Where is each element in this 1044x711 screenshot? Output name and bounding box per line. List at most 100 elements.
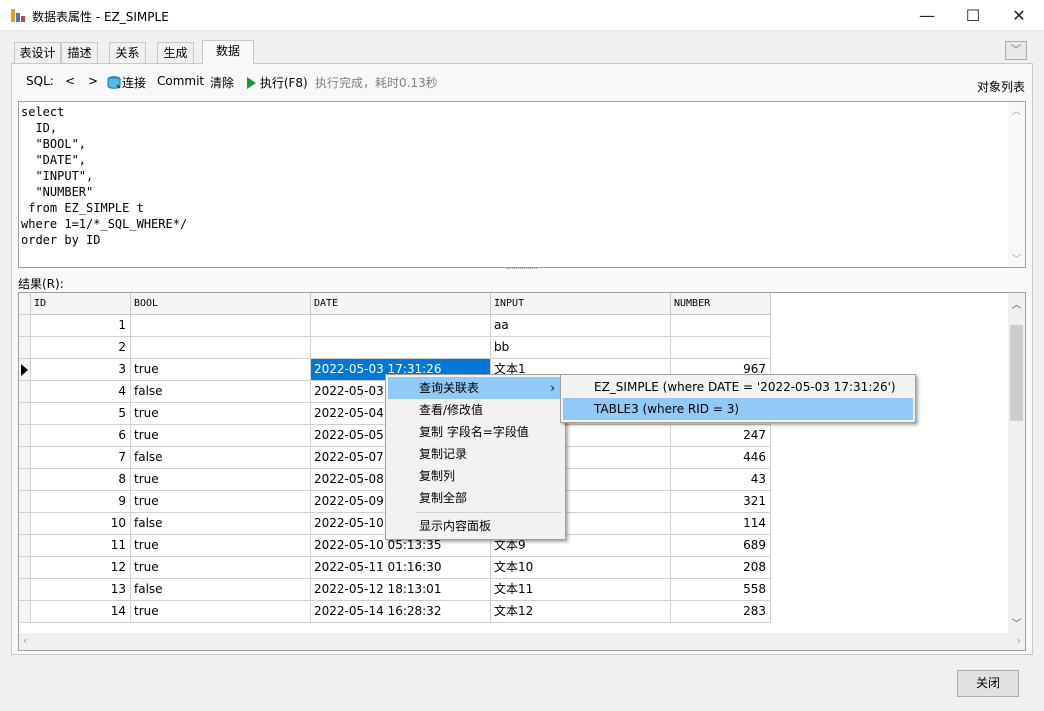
scroll-up-icon[interactable]: ︿	[1008, 296, 1025, 311]
submenu-item-table3[interactable]: TABLE3 (where RID = 3)	[563, 398, 913, 420]
cell-input[interactable]: bb	[491, 337, 671, 359]
object-list-button[interactable]: 对象列表	[977, 78, 1025, 95]
cell-number[interactable]	[671, 315, 771, 337]
cell-bool[interactable]: true	[131, 403, 311, 425]
close-dialog-button[interactable]: 关闭	[957, 670, 1019, 697]
row-indicator[interactable]	[19, 403, 31, 425]
cell-bool[interactable]: true	[131, 601, 311, 623]
execute-button[interactable]: 执行(F8)	[246, 74, 308, 91]
cell-input[interactable]: aa	[491, 315, 671, 337]
menu-copy-record[interactable]: 复制记录	[388, 443, 563, 465]
cell-id[interactable]: 9	[31, 491, 131, 513]
cell-input[interactable]: 文本12	[491, 601, 671, 623]
table-row[interactable]: 1 aa	[19, 315, 771, 337]
cell-number[interactable]: 558	[671, 579, 771, 601]
cell-input[interactable]: 文本11	[491, 579, 671, 601]
column-header-input[interactable]: INPUT	[491, 293, 671, 315]
maximize-button[interactable]: ☐	[950, 0, 996, 31]
tab-data[interactable]: 数据	[202, 40, 254, 64]
cell-number[interactable]	[671, 337, 771, 359]
cell-number[interactable]: 114	[671, 513, 771, 535]
cell-date[interactable]	[311, 337, 491, 359]
row-indicator[interactable]	[19, 447, 31, 469]
row-indicator[interactable]	[19, 425, 31, 447]
grid-vertical-scrollbar[interactable]: ︿ ﹀	[1008, 293, 1025, 633]
cell-id[interactable]: 11	[31, 535, 131, 557]
cell-number[interactable]: 689	[671, 535, 771, 557]
cell-bool[interactable]: true	[131, 469, 311, 491]
grid-horizontal-scrollbar[interactable]: ‹ ›	[19, 633, 1025, 650]
table-row[interactable]: 12 true 2022-05-11 01:16:30 文本10 208	[19, 557, 771, 579]
connect-button[interactable]: 连接	[106, 74, 146, 91]
cell-id[interactable]: 5	[31, 403, 131, 425]
cell-bool[interactable]: false	[131, 447, 311, 469]
row-indicator[interactable]	[19, 381, 31, 403]
cell-id[interactable]: 12	[31, 557, 131, 579]
minimize-button[interactable]: —	[904, 0, 950, 31]
cell-date[interactable]: 2022-05-12 18:13:01	[311, 579, 491, 601]
cell-bool[interactable]: true	[131, 425, 311, 447]
column-header-date[interactable]: DATE	[311, 293, 491, 315]
row-indicator[interactable]	[19, 491, 31, 513]
submenu-item-ez-simple[interactable]: EZ_SIMPLE (where DATE = '2022-05-03 17:3…	[563, 376, 913, 398]
cell-bool[interactable]: false	[131, 579, 311, 601]
prev-sql-button[interactable]: <	[65, 74, 75, 88]
cell-bool[interactable]: true	[131, 359, 311, 381]
menu-copy-all[interactable]: 复制全部	[388, 487, 563, 509]
cell-id[interactable]: 6	[31, 425, 131, 447]
column-header-id[interactable]: ID	[31, 293, 131, 315]
cell-bool[interactable]	[131, 315, 311, 337]
row-indicator[interactable]	[19, 513, 31, 535]
cell-id[interactable]: 8	[31, 469, 131, 491]
row-indicator[interactable]	[19, 315, 31, 337]
tab-dropdown-button[interactable]: ﹀	[1005, 41, 1027, 60]
column-header-bool[interactable]: BOOL	[131, 293, 311, 315]
cell-number[interactable]: 321	[671, 491, 771, 513]
scroll-up-icon[interactable]: ︿	[1008, 104, 1025, 117]
cell-bool[interactable]: true	[131, 491, 311, 513]
cell-id[interactable]: 4	[31, 381, 131, 403]
cell-bool[interactable]: true	[131, 535, 311, 557]
cell-bool[interactable]	[131, 337, 311, 359]
cell-date[interactable]: 2022-05-11 01:16:30	[311, 557, 491, 579]
scroll-down-icon[interactable]: ﹀	[1008, 615, 1025, 630]
cell-number[interactable]: 43	[671, 469, 771, 491]
table-row[interactable]: 14 true 2022-05-14 16:28:32 文本12 283	[19, 601, 771, 623]
cell-number[interactable]: 283	[671, 601, 771, 623]
sql-scrollbar[interactable]: ︿ ﹀	[1008, 102, 1025, 267]
cell-id[interactable]: 10	[31, 513, 131, 535]
cell-date[interactable]: 2022-05-14 16:28:32	[311, 601, 491, 623]
table-row[interactable]: 13 false 2022-05-12 18:13:01 文本11 558	[19, 579, 771, 601]
menu-view-edit-value[interactable]: 查看/修改值	[388, 399, 563, 421]
close-window-button[interactable]: ✕	[996, 0, 1042, 31]
row-indicator[interactable]	[19, 601, 31, 623]
grid-scroll-thumb[interactable]	[1010, 325, 1023, 421]
cell-date[interactable]	[311, 315, 491, 337]
cell-id[interactable]: 13	[31, 579, 131, 601]
scroll-down-icon[interactable]: ﹀	[1008, 252, 1025, 265]
cell-id[interactable]: 14	[31, 601, 131, 623]
next-sql-button[interactable]: >	[88, 74, 98, 88]
menu-show-content-panel[interactable]: 显示内容面板	[388, 515, 563, 537]
row-indicator[interactable]	[19, 535, 31, 557]
cell-id[interactable]: 3	[31, 359, 131, 381]
splitter-handle[interactable]	[507, 268, 537, 271]
tab-generate[interactable]: 生成	[157, 42, 194, 63]
commit-button[interactable]: Commit	[157, 74, 204, 88]
row-indicator[interactable]	[19, 469, 31, 491]
row-indicator[interactable]	[19, 557, 31, 579]
column-header-number[interactable]: NUMBER	[671, 293, 771, 315]
table-row[interactable]: 2 bb	[19, 337, 771, 359]
row-indicator[interactable]	[19, 359, 31, 381]
menu-copy-field-value[interactable]: 复制 字段名=字段值	[388, 421, 563, 443]
sql-text[interactable]: select ID, "BOOL", "DATE", "INPUT", "NUM…	[21, 104, 187, 248]
cell-bool[interactable]: false	[131, 381, 311, 403]
cell-id[interactable]: 7	[31, 447, 131, 469]
cell-id[interactable]: 2	[31, 337, 131, 359]
menu-query-related-tables[interactable]: 查询关联表 ›	[388, 377, 563, 399]
tab-relations[interactable]: 关系	[109, 42, 146, 63]
menu-copy-column[interactable]: 复制列	[388, 465, 563, 487]
cell-number[interactable]: 247	[671, 425, 771, 447]
tab-table-design[interactable]: 表设计	[14, 42, 61, 63]
cell-number[interactable]: 446	[671, 447, 771, 469]
